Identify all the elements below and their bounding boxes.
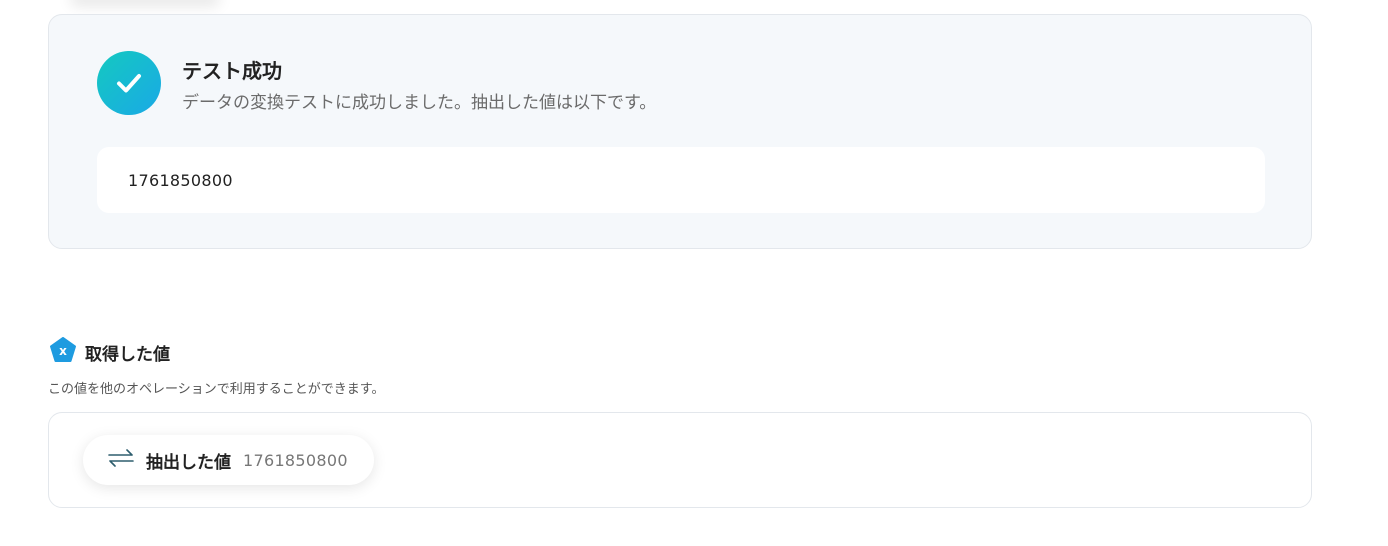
retrieved-values-title: 取得した値 [85,344,170,365]
result-value: 1761850800 [128,170,233,190]
extracted-value: 1761850800 [243,450,348,470]
success-title: テスト成功 [182,59,282,83]
retrieved-values-description: この値を他のオペレーションで利用することができます。 [48,382,385,397]
success-description: データの変換テストに成功しました。抽出した値は以下です。 [182,93,657,113]
check-circle-icon [97,51,161,115]
retrieved-values-card: 抽出した値 1761850800 [48,412,1312,508]
svg-text:x: x [59,344,67,358]
test-success-card: テスト成功 データの変換テストに成功しました。抽出した値は以下です。 17618… [48,14,1312,249]
extracted-value-chip[interactable]: 抽出した値 1761850800 [83,435,374,485]
result-value-box: 1761850800 [97,147,1265,213]
variable-badge-icon: x [49,336,77,368]
extracted-value-label: 抽出した値 [146,452,231,473]
swap-arrows-icon [108,448,134,472]
retrieved-values-header: x 取得した値 [49,336,170,368]
